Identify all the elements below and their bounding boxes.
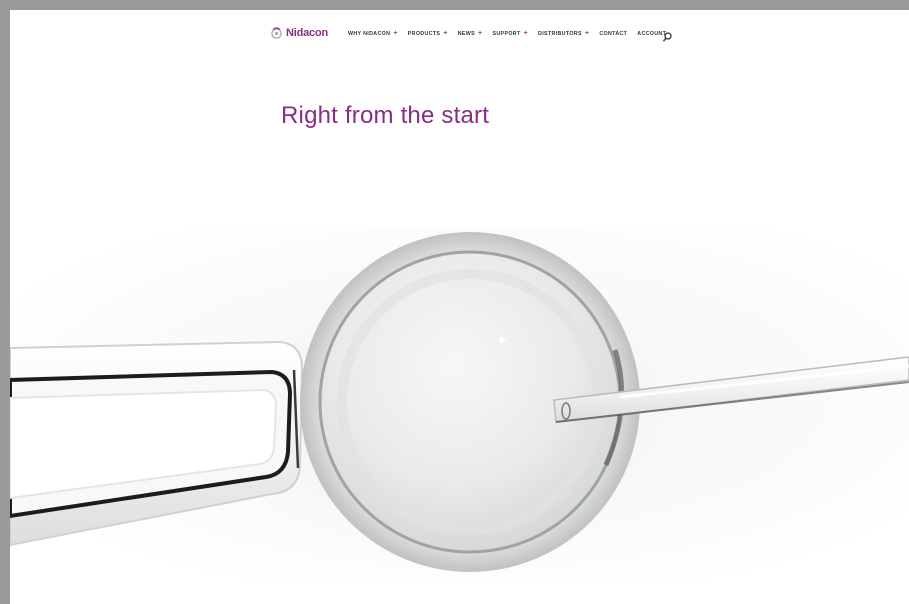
nav-item-products[interactable]: PRODUCTS + — [408, 30, 448, 37]
hero-title: Right from the start — [281, 102, 490, 129]
plus-icon: + — [478, 30, 483, 37]
nav-item-label: SUPPORT — [492, 30, 521, 37]
nav-item-label: ACCOUNT — [637, 30, 667, 37]
plus-icon: + — [443, 30, 448, 37]
oocyte-micromanipulation-image — [10, 230, 909, 590]
nav-item-label: NEWS — [457, 30, 476, 37]
nav-item-label: CONTACT — [599, 30, 628, 37]
nav-item-account[interactable]: ACCOUNT — [637, 31, 666, 37]
site-header: Nidacon WHY NIDACON + PRODUCTS + NEWS + … — [10, 10, 909, 58]
nav-item-label: DISTRIBUTORS — [538, 30, 582, 37]
brand-name: Nidacon — [286, 26, 328, 39]
search-icon[interactable] — [663, 29, 672, 47]
plus-icon: + — [393, 30, 398, 37]
nav-item-support[interactable]: SUPPORT + — [493, 30, 529, 37]
nav-item-distributors[interactable]: DISTRIBUTORS + — [538, 30, 589, 37]
nav-item-contact[interactable]: CONTACT — [599, 31, 627, 37]
nidacon-logo-icon — [271, 27, 282, 39]
nav-item-label: WHY NIDACON — [348, 30, 391, 37]
plus-icon: + — [523, 30, 529, 37]
plus-icon: + — [584, 30, 590, 37]
nav-item-label: PRODUCTS — [407, 30, 441, 37]
main-nav: WHY NIDACON + PRODUCTS + NEWS + SUPPORT … — [348, 30, 666, 37]
brand-logo[interactable]: Nidacon — [270, 26, 328, 39]
nav-item-news[interactable]: NEWS + — [458, 30, 483, 37]
page-viewport: Nidacon WHY NIDACON + PRODUCTS + NEWS + … — [10, 10, 909, 604]
nav-item-why-nidacon[interactable]: WHY NIDACON + — [348, 30, 398, 37]
